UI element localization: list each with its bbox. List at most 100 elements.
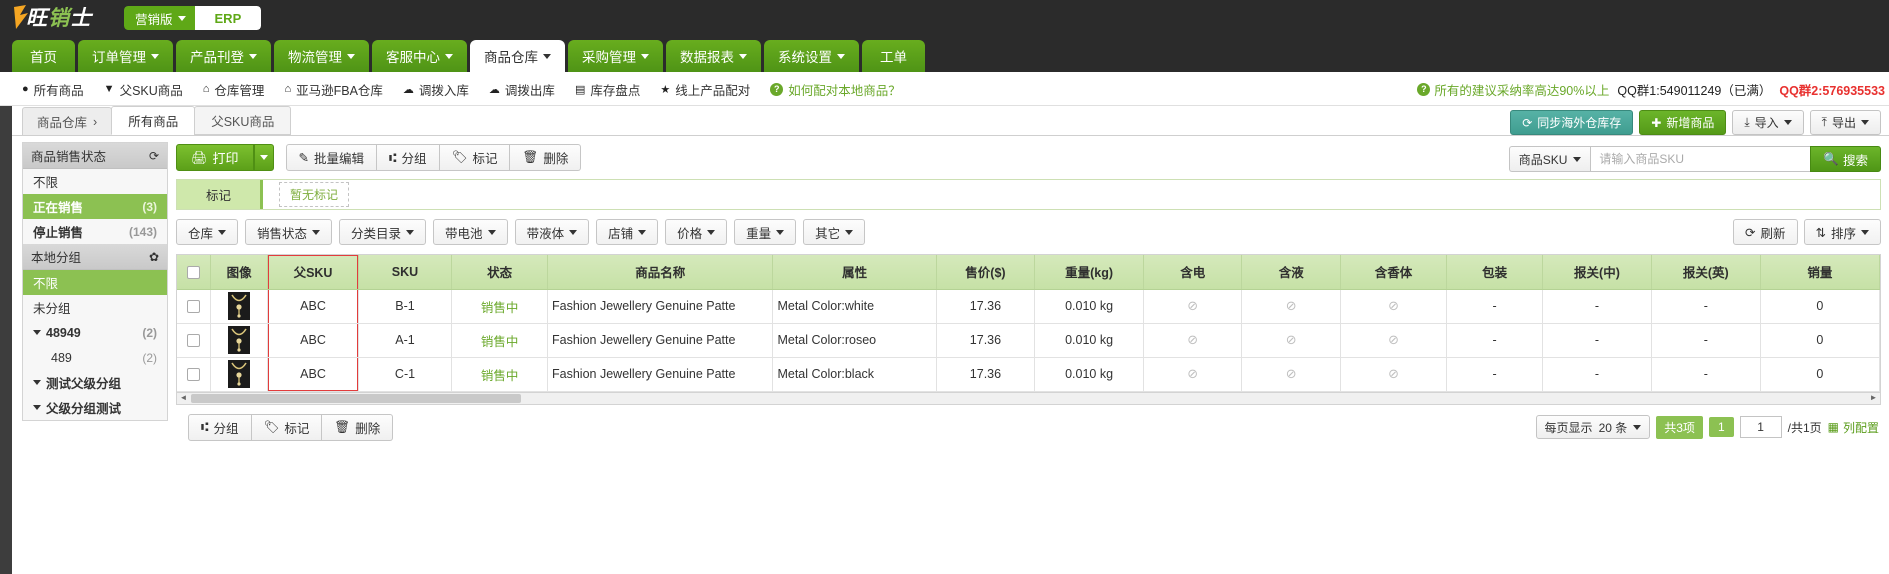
tab-label: 所有商品 <box>128 115 179 129</box>
subnav-item-online-product-matching[interactable]: ★ 线上产品配对 <box>660 80 750 99</box>
gear-icon[interactable]: ✿ <box>149 250 159 264</box>
edition-switcher[interactable]: 营销版 ERP <box>124 6 262 30</box>
app-logo[interactable]: 旺 销 士 <box>10 3 106 33</box>
nav-item-reports[interactable]: 数据报表 <box>666 40 761 72</box>
footer-group-button[interactable]: ⑆ 分组 <box>188 413 252 441</box>
row-select-cell[interactable] <box>177 323 212 358</box>
nav-item-customer-service[interactable]: 客服中心 <box>372 40 467 72</box>
subnav-item-warehouse-management[interactable]: ⌂ 仓库管理 <box>203 80 265 99</box>
nav-item-label: 采购管理 <box>582 50 636 65</box>
scrollbar-thumb[interactable] <box>191 393 521 403</box>
no-mark-placeholder[interactable]: 暂无标记 <box>279 182 350 207</box>
footer-mark-button[interactable]: 🏷 标记 <box>251 413 323 441</box>
filter-warehouse[interactable]: 仓库 <box>176 219 239 245</box>
list-icon: ▤ <box>574 83 586 96</box>
chevron-down-icon <box>1861 229 1869 235</box>
search-field-selector[interactable]: 商品SKU <box>1508 146 1591 172</box>
scroll-right-icon[interactable]: ► <box>1867 393 1880 403</box>
sidebar-item-on-sale[interactable]: 正在销售 (3) <box>23 194 167 219</box>
select-all-header[interactable] <box>177 255 212 290</box>
sidebar-item-test-parent-group[interactable]: 测试父级分组 <box>23 370 167 395</box>
sidebar-item-unlimited-status[interactable]: 不限 <box>23 169 167 194</box>
sidebar-item-unlimited-group[interactable]: 不限 <box>23 270 167 295</box>
row-image-cell[interactable] <box>210 289 269 324</box>
filter-liquid[interactable]: 带液体 <box>514 219 590 245</box>
filter-label: 店铺 <box>608 226 634 241</box>
table-row[interactable]: ABC A-1 销售中 Fashion Jewellery Genuine Pa… <box>177 323 1881 358</box>
nav-item-order-management[interactable]: 订单管理 <box>78 40 173 72</box>
select-all-checkbox[interactable] <box>187 265 201 279</box>
group-button[interactable]: ⑆ 分组 <box>377 144 440 171</box>
import-button[interactable]: ⤓ 导入 <box>1732 110 1804 135</box>
batch-edit-button[interactable]: ✎ 批量编辑 <box>285 144 378 171</box>
nav-item-system-settings[interactable]: 系统设置 <box>764 40 859 72</box>
refresh-icon[interactable]: ⟳ <box>149 149 159 163</box>
print-dropdown-button[interactable] <box>253 144 274 171</box>
filter-category[interactable]: 分类目录 <box>339 219 427 245</box>
table-row[interactable]: ABC C-1 销售中 Fashion Jewellery Genuine Pa… <box>177 357 1881 392</box>
print-button[interactable]: 🖨 打印 <box>176 144 254 171</box>
erp-badge[interactable]: ERP <box>194 6 262 30</box>
row-sku: C-1 <box>358 357 453 392</box>
sidebar-item-stopped-sale[interactable]: 停止销售 (143) <box>23 219 167 244</box>
subnav-item-parent-sku-products[interactable]: ▼ 父SKU商品 <box>104 80 183 99</box>
subnav-item-how-to-match-help[interactable]: ? 如何配对本地商品？ <box>770 80 901 99</box>
filter-store[interactable]: 店铺 <box>596 219 659 245</box>
mark-button[interactable]: 🏷 标记 <box>439 144 511 171</box>
breadcrumb[interactable]: 商品仓库 › <box>22 107 113 135</box>
nav-item-tickets[interactable]: 工单 <box>862 40 925 72</box>
filter-weight[interactable]: 重量 <box>734 219 797 245</box>
nav-item-product-warehouse[interactable]: 商品仓库 <box>470 40 565 72</box>
add-product-button[interactable]: ✚ 新增商品 <box>1639 110 1727 135</box>
row-select-cell[interactable] <box>177 289 212 324</box>
sidebar-item-group-489[interactable]: 489 (2) <box>23 345 167 370</box>
horizontal-scrollbar[interactable]: ◄ ► <box>176 392 1881 405</box>
row-customs-en: - <box>1651 289 1761 324</box>
row-image-cell[interactable] <box>210 357 269 392</box>
export-button[interactable]: ⤒ 导出 <box>1809 110 1881 135</box>
sidebar-item-ungrouped[interactable]: 未分组 <box>23 295 167 320</box>
nav-item-logistics[interactable]: 物流管理 <box>274 40 369 72</box>
subnav-item-inventory-count[interactable]: ▤ 库存盘点 <box>575 80 640 99</box>
sidebar-item-group-48949[interactable]: 48949 (2) <box>23 320 167 345</box>
subnav-item-transfer-in[interactable]: ☁ 调拨入库 <box>403 80 469 99</box>
search-button[interactable]: 🔍 搜索 <box>1810 146 1881 172</box>
row-checkbox[interactable] <box>187 334 201 348</box>
button-label: 分组 <box>213 421 239 436</box>
subnav-item-label: 仓库管理 <box>214 83 265 98</box>
sync-overseas-stock-button[interactable]: ⟳ 同步海外仓库存 <box>1510 110 1634 135</box>
delete-button[interactable]: 🗑 删除 <box>510 144 582 171</box>
table-row[interactable]: ABC B-1 销售中 Fashion Jewellery Genuine Pa… <box>177 289 1881 324</box>
search-input[interactable] <box>1590 146 1811 172</box>
subnav-item-amazon-fba-warehouse[interactable]: ⌂ 亚马逊FBA仓库 <box>284 80 382 99</box>
filter-price[interactable]: 价格 <box>665 219 728 245</box>
footer-delete-button[interactable]: 🗑 删除 <box>322 413 394 441</box>
filter-sales-status[interactable]: 销售状态 <box>245 219 333 245</box>
per-page-selector[interactable]: 每页显示 20 条 <box>1535 415 1651 439</box>
column-config-button[interactable]: ▦ 列配置 <box>1828 419 1879 436</box>
row-select-cell[interactable] <box>177 357 212 392</box>
svg-text:士: 士 <box>70 6 94 30</box>
sidebar-item-parent-group-test[interactable]: 父级分组测试 <box>23 395 167 420</box>
scroll-left-icon[interactable]: ◄ <box>177 393 190 403</box>
current-page-badge[interactable]: 1 <box>1708 417 1734 437</box>
tab-all-products[interactable]: 所有商品 <box>111 106 196 135</box>
filter-other[interactable]: 其它 <box>803 219 866 245</box>
chevron-down-icon <box>569 229 578 235</box>
row-image-cell[interactable] <box>210 323 269 358</box>
row-packaging: - <box>1446 357 1544 392</box>
refresh-button[interactable]: ⟳ 刷新 <box>1733 219 1798 245</box>
tab-parent-sku-products[interactable]: 父SKU商品 <box>194 106 292 135</box>
page-number-input[interactable] <box>1739 416 1782 438</box>
filter-battery[interactable]: 带电池 <box>433 219 508 245</box>
sort-button[interactable]: ⇅ 排序 <box>1803 219 1881 245</box>
edition-badge[interactable]: 营销版 <box>124 6 195 30</box>
subnav-item-transfer-out[interactable]: ☁ 调拨出库 <box>489 80 555 99</box>
row-checkbox[interactable] <box>187 300 201 314</box>
nav-item-product-listing[interactable]: 产品刊登 <box>176 40 271 72</box>
subnav-item-all-products[interactable]: ● 所有商品 <box>22 80 84 99</box>
row-checkbox[interactable] <box>187 368 201 382</box>
subnav-item-label: 调拨入库 <box>418 83 469 98</box>
nav-item-home[interactable]: 首页 <box>12 40 75 72</box>
nav-item-purchasing[interactable]: 采购管理 <box>568 40 663 72</box>
